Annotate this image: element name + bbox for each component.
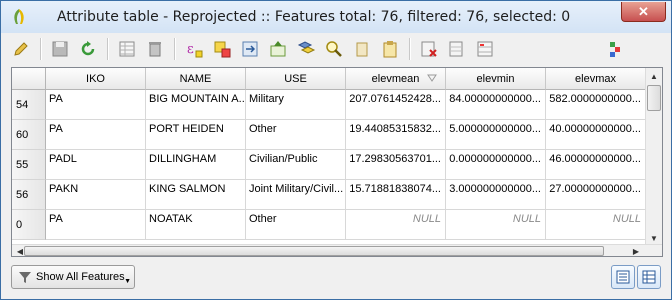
table-cell-iko[interactable]: PA — [46, 90, 146, 120]
row-header[interactable]: 55 — [12, 150, 46, 180]
table-cell-elevmin[interactable]: 0.000000000000... — [446, 150, 546, 180]
vertical-scrollbar[interactable]: ▲ ▼ — [645, 68, 662, 246]
close-button[interactable]: ✕ — [621, 2, 666, 22]
toolbar: ε — [1, 33, 671, 65]
table-view-icon — [642, 270, 656, 284]
table-cell-name[interactable]: DILLINGHAM — [146, 150, 246, 180]
table-cell-elevmin[interactable]: 84.00000000000... — [446, 90, 546, 120]
column-header-use[interactable]: USE — [246, 68, 346, 90]
column-header-elevmax[interactable]: elevmax — [546, 68, 646, 90]
row-header[interactable]: 56 — [12, 180, 46, 210]
attribute-grid[interactable]: IKO NAME USE elevmean elevmin elevmax 54 PA BIG… — [11, 67, 663, 257]
filter-funnel-icon — [19, 272, 31, 283]
table-cell-elevmin[interactable]: 3.000000000000... — [446, 180, 546, 210]
table-corner-button[interactable] — [12, 68, 46, 90]
table-cell-iko[interactable]: PA — [46, 120, 146, 150]
scroll-up-arrow-icon[interactable]: ▲ — [646, 68, 662, 84]
column-header-elevmin[interactable]: elevmin — [446, 68, 546, 90]
table-view-button[interactable] — [637, 265, 661, 289]
table-cell-use[interactable]: Other — [246, 120, 346, 150]
window-title: Attribute table - Reprojected :: Feature… — [57, 9, 571, 25]
show-all-features-label: Show All Features — [36, 271, 125, 283]
sort-descending-icon — [427, 74, 437, 82]
toolbar-separator — [107, 38, 108, 60]
toolbar-separator — [409, 38, 410, 60]
table-cell-name[interactable]: KING SALMON — [146, 180, 246, 210]
table-cell-iko[interactable]: PAKN — [46, 180, 146, 210]
row-header[interactable]: 54 — [12, 90, 46, 120]
horizontal-scrollbar[interactable]: ◀ ▶ — [12, 244, 662, 256]
add-feature-icon[interactable] — [113, 36, 141, 62]
table-cell-use[interactable]: Joint Military/Civil... — [246, 180, 346, 210]
row-header[interactable]: 0 — [12, 210, 46, 240]
dropdown-arrow-icon: ▼ — [124, 278, 131, 285]
horizontal-scroll-thumb[interactable] — [24, 246, 604, 256]
conditional-formatting-icon[interactable] — [601, 36, 629, 62]
show-all-features-button[interactable]: Show All Features ▼ — [11, 265, 135, 289]
table-cell-elevmax[interactable]: 582.0000000000... — [546, 90, 646, 120]
table-cell-use[interactable]: Other — [246, 210, 346, 240]
save-edits-icon[interactable] — [46, 36, 74, 62]
attribute-table-window: Attribute table - Reprojected :: Feature… — [0, 0, 672, 300]
table-cell-name[interactable]: BIG MOUNTAIN A... — [146, 90, 246, 120]
table-cell-elevmax[interactable]: NULL — [546, 210, 646, 240]
table-cell-use[interactable]: Military — [246, 90, 346, 120]
table-cell-elevmean[interactable]: 15.71881838074... — [346, 180, 446, 210]
table-cell-iko[interactable]: PA — [46, 210, 146, 240]
table-cell-iko[interactable]: PADL — [46, 150, 146, 180]
title-bar[interactable]: Attribute table - Reprojected :: Feature… — [1, 1, 671, 33]
zoom-to-selection-icon[interactable] — [348, 36, 376, 62]
table-cell-elevmean[interactable]: 19.44085315832... — [346, 120, 446, 150]
select-all-icon[interactable] — [208, 36, 236, 62]
delete-selected-icon[interactable] — [141, 36, 169, 62]
svg-text:ε: ε — [187, 42, 194, 57]
table-cell-elevmax[interactable]: 40.00000000000... — [546, 120, 646, 150]
table-cell-elevmean[interactable]: 207.0761452428... — [346, 90, 446, 120]
table-cell-elevmean[interactable]: NULL — [346, 210, 446, 240]
table-cell-name[interactable]: PORT HEIDEN — [146, 120, 246, 150]
scroll-right-arrow-icon[interactable]: ▶ — [628, 243, 644, 256]
filter-select-icon[interactable] — [320, 36, 348, 62]
table-cell-elevmax[interactable]: 27.00000000000... — [546, 180, 646, 210]
move-selection-to-top-icon[interactable] — [264, 36, 292, 62]
invert-selection-icon[interactable] — [236, 36, 264, 62]
form-view-button[interactable] — [611, 265, 635, 289]
toolbar-separator — [40, 38, 41, 60]
delete-field-icon[interactable] — [415, 36, 443, 62]
column-header-elevmean[interactable]: elevmean — [346, 68, 446, 90]
table-cell-use[interactable]: Civilian/Public — [246, 150, 346, 180]
table-cell-elevmean[interactable]: 17.29830563701... — [346, 150, 446, 180]
new-field-icon[interactable] — [443, 36, 471, 62]
column-header-name[interactable]: NAME — [146, 68, 246, 90]
reload-icon[interactable] — [74, 36, 102, 62]
table-cell-elevmin[interactable]: 5.000000000000... — [446, 120, 546, 150]
qgis-logo-icon — [9, 7, 29, 27]
toolbar-separator — [174, 38, 175, 60]
column-header-iko[interactable]: IKO — [46, 68, 146, 90]
select-by-expression-icon[interactable]: ε — [180, 36, 208, 62]
field-calculator-icon[interactable] — [471, 36, 499, 62]
row-header[interactable]: 60 — [12, 120, 46, 150]
table-cell-name[interactable]: NOATAK — [146, 210, 246, 240]
deselect-all-icon[interactable] — [292, 36, 320, 62]
table-cell-elevmin[interactable]: NULL — [446, 210, 546, 240]
pan-to-selection-icon[interactable] — [376, 36, 404, 62]
table-cell-elevmax[interactable]: 46.00000000000... — [546, 150, 646, 180]
form-view-icon — [616, 270, 630, 284]
toggle-editing-icon[interactable] — [7, 36, 35, 62]
vertical-scroll-thumb[interactable] — [647, 85, 661, 111]
bottom-bar: Show All Features ▼ — [1, 257, 671, 299]
